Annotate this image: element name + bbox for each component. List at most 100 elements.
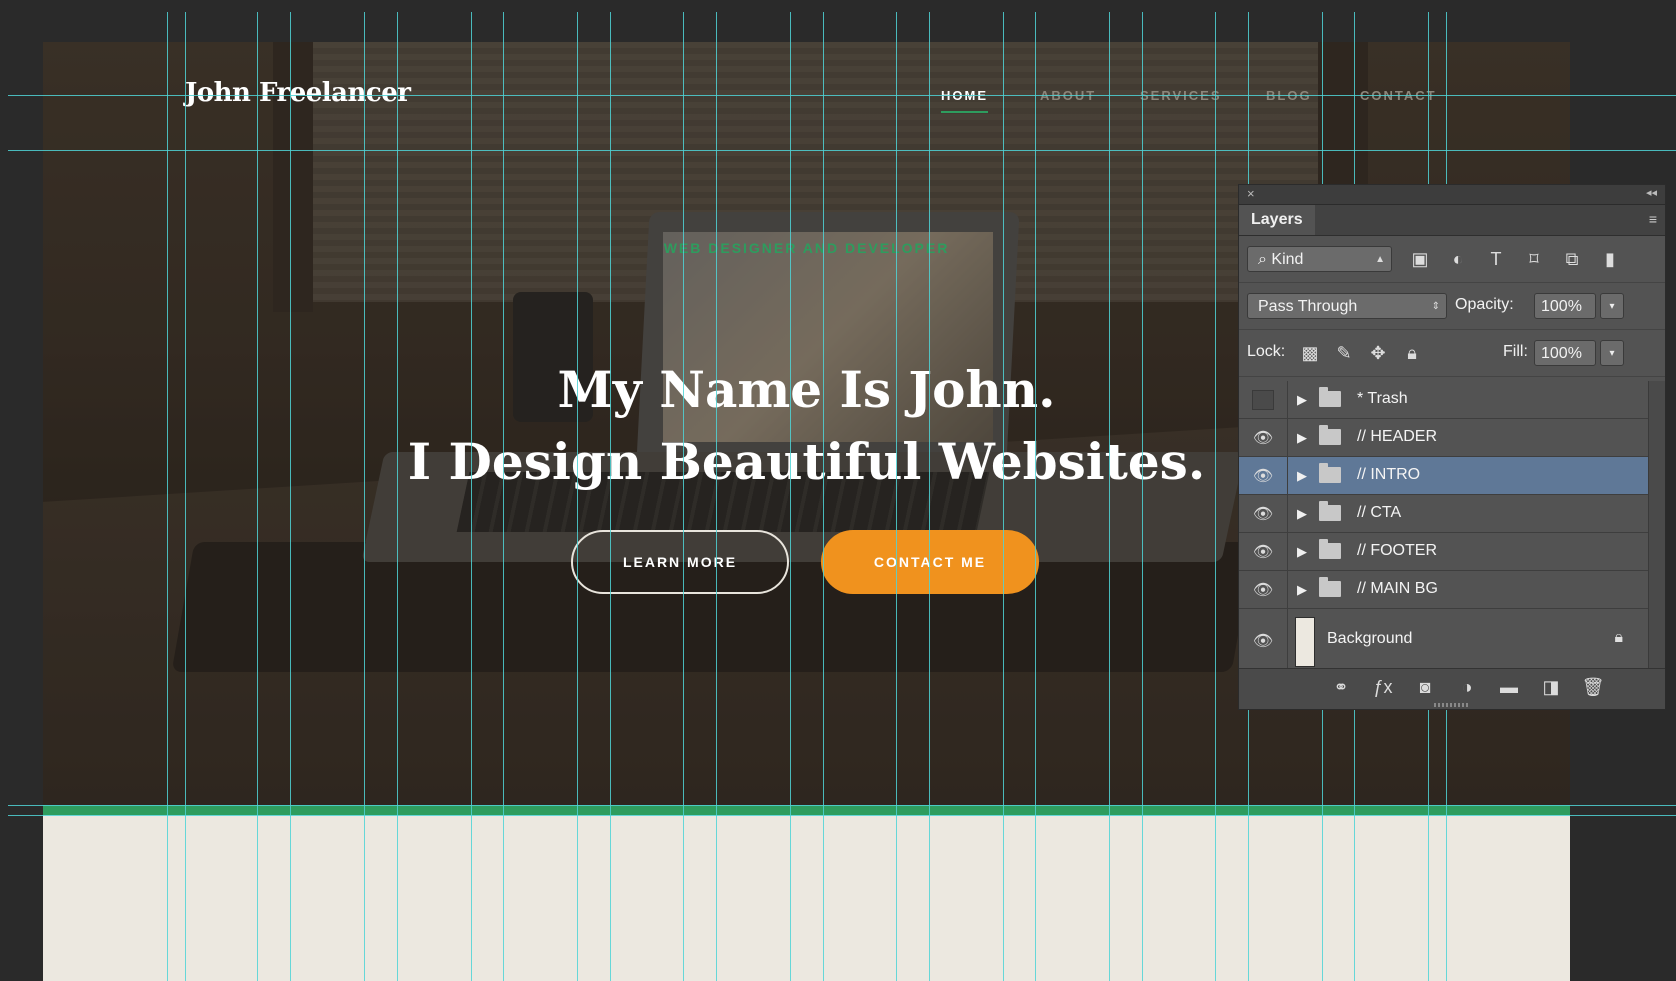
- panel-bottom-toolbar: ⚭ ƒx ◙ ◑ ▬ ◨ 🗑︎: [1239, 668, 1665, 709]
- guide-vertical: [790, 12, 791, 981]
- guide-vertical: [823, 12, 824, 981]
- layer-name: * Trash: [1357, 390, 1408, 407]
- expand-caret-icon[interactable]: ▶: [1297, 582, 1307, 598]
- opacity-label: Opacity:: [1455, 296, 1514, 313]
- expand-caret-icon[interactable]: ▶: [1297, 544, 1307, 560]
- layer-row-header[interactable]: 👁︎ ▶ // HEADER: [1239, 419, 1649, 457]
- layer-row-background[interactable]: 👁︎ Background 🔒︎: [1239, 609, 1649, 674]
- layer-row-cta[interactable]: 👁︎ ▶ // CTA: [1239, 495, 1649, 533]
- resize-grip-icon[interactable]: [1434, 703, 1468, 707]
- expand-caret-icon[interactable]: ▶: [1297, 392, 1307, 408]
- opacity-field[interactable]: 100%: [1534, 293, 1596, 319]
- shape-layer-filter-icon[interactable]: ⌑: [1523, 248, 1545, 270]
- site-logo[interactable]: John Freelancer: [185, 78, 411, 108]
- blend-mode-select[interactable]: Pass Through ⇕: [1247, 293, 1447, 319]
- layer-name: // FOOTER: [1357, 542, 1437, 559]
- guide-vertical: [1003, 12, 1004, 981]
- layer-row-trash[interactable]: ▶ * Trash: [1239, 381, 1649, 419]
- type-layer-filter-icon[interactable]: T: [1485, 248, 1507, 270]
- lock-image-pixels-icon[interactable]: ✎: [1333, 342, 1355, 364]
- guide-vertical: [1035, 12, 1036, 981]
- lock-icon: 🔒︎: [1614, 629, 1623, 646]
- guide-vertical: [397, 12, 398, 981]
- collapse-icon[interactable]: ◂◂: [1646, 186, 1657, 199]
- adjustment-layer-filter-icon[interactable]: ◐: [1447, 248, 1469, 270]
- layer-row-intro[interactable]: 👁︎ ▶ // INTRO: [1239, 457, 1649, 495]
- hero-headline-line2: I Design Beautiful Websites.: [407, 432, 1206, 491]
- layer-row-main-bg[interactable]: 👁︎ ▶ // MAIN BG: [1239, 571, 1649, 609]
- select-arrows-icon: ⇕: [1431, 301, 1440, 312]
- folder-icon: [1319, 425, 1341, 445]
- eye-icon[interactable]: 👁︎: [1239, 457, 1288, 494]
- filter-kind-label: Kind: [1271, 251, 1304, 268]
- visibility-toggle[interactable]: [1239, 381, 1288, 418]
- close-icon[interactable]: ×: [1247, 186, 1255, 201]
- eye-icon[interactable]: 👁︎: [1239, 571, 1288, 608]
- blend-row: Pass Through ⇕ Opacity: 100% ▾: [1239, 283, 1665, 330]
- layer-name: Background: [1327, 630, 1413, 647]
- layer-thumbnail: [1295, 617, 1315, 667]
- smart-object-filter-icon[interactable]: ⧉: [1561, 248, 1583, 270]
- layer-name: // CTA: [1357, 504, 1402, 521]
- expand-caret-icon[interactable]: ▶: [1297, 430, 1307, 446]
- expand-caret-icon[interactable]: ▶: [1297, 506, 1307, 522]
- opacity-dropdown-icon[interactable]: ▾: [1600, 293, 1624, 319]
- select-arrows-icon: ▲: [1375, 254, 1385, 265]
- guide-vertical: [167, 12, 168, 981]
- fill-dropdown-icon[interactable]: ▾: [1600, 340, 1624, 366]
- trash-icon[interactable]: 🗑︎: [1581, 677, 1605, 698]
- eye-icon[interactable]: 👁︎: [1239, 609, 1288, 673]
- guide-vertical: [896, 12, 897, 981]
- layers-panel: × ◂◂ Layers ≡ ⌕ Kind ▲ ▣ ◐ T ⌑ ⧉ ▮ Pass …: [1238, 184, 1666, 710]
- tab-layers[interactable]: Layers: [1239, 205, 1315, 235]
- new-group-icon[interactable]: ▬: [1497, 677, 1521, 698]
- hidden-visibility-box: [1252, 389, 1274, 410]
- guide-vertical: [716, 12, 717, 981]
- add-mask-icon[interactable]: ◙: [1413, 677, 1437, 698]
- contact-me-button[interactable]: CONTACT ME: [821, 530, 1039, 594]
- lock-all-icon[interactable]: 🔒︎: [1401, 342, 1423, 364]
- folder-icon: [1319, 577, 1341, 597]
- folder-icon: [1319, 501, 1341, 521]
- layers-list: ▶ * Trash 👁︎ ▶ // HEADER 👁︎ ▶ // INTRO 👁…: [1239, 381, 1649, 674]
- guide-horizontal: [8, 95, 1676, 96]
- filter-toggle-icon[interactable]: ▮: [1599, 248, 1621, 270]
- layer-name: // MAIN BG: [1357, 580, 1438, 597]
- guide-vertical: [929, 12, 930, 981]
- guide-vertical: [577, 12, 578, 981]
- guide-vertical: [1109, 12, 1110, 981]
- eye-icon[interactable]: 👁︎: [1239, 495, 1288, 532]
- link-layers-icon[interactable]: ⚭: [1329, 677, 1353, 698]
- pixel-layer-filter-icon[interactable]: ▣: [1409, 248, 1431, 270]
- lock-row: Lock: ▩ ✎ ✥ 🔒︎ Fill: 100% ▾: [1239, 330, 1665, 377]
- eye-icon[interactable]: 👁︎: [1239, 533, 1288, 570]
- guide-vertical: [1142, 12, 1143, 981]
- guide-vertical: [471, 12, 472, 981]
- folder-icon: [1319, 387, 1341, 407]
- new-layer-icon[interactable]: ◨: [1539, 677, 1563, 698]
- filter-kind-select[interactable]: ⌕ Kind ▲: [1247, 246, 1392, 272]
- panel-menu-icon[interactable]: ≡: [1649, 211, 1657, 227]
- panel-titlebar: × ◂◂: [1239, 185, 1665, 205]
- fill-label: Fill:: [1503, 343, 1528, 360]
- folder-icon: [1319, 463, 1341, 483]
- lock-transparent-pixels-icon[interactable]: ▩: [1299, 342, 1321, 364]
- layers-scrollbar[interactable]: [1648, 381, 1665, 671]
- adjustment-layer-icon[interactable]: ◑: [1455, 677, 1479, 698]
- lock-position-icon[interactable]: ✥: [1367, 342, 1389, 364]
- guide-vertical: [610, 12, 611, 981]
- guide-vertical: [503, 12, 504, 981]
- guide-vertical: [364, 12, 365, 981]
- blend-mode-value: Pass Through: [1258, 298, 1358, 315]
- lock-label: Lock:: [1247, 343, 1286, 360]
- panel-tab-bar: Layers ≡: [1239, 205, 1665, 236]
- eye-icon[interactable]: 👁︎: [1239, 419, 1288, 456]
- guide-horizontal: [8, 805, 1676, 806]
- fill-field[interactable]: 100%: [1534, 340, 1596, 366]
- expand-caret-icon[interactable]: ▶: [1297, 468, 1307, 484]
- guide-vertical: [185, 12, 186, 981]
- fx-icon[interactable]: ƒx: [1371, 677, 1395, 698]
- layer-name: // INTRO: [1357, 466, 1421, 483]
- learn-more-button[interactable]: LEARN MORE: [571, 530, 789, 594]
- layer-row-footer[interactable]: 👁︎ ▶ // FOOTER: [1239, 533, 1649, 571]
